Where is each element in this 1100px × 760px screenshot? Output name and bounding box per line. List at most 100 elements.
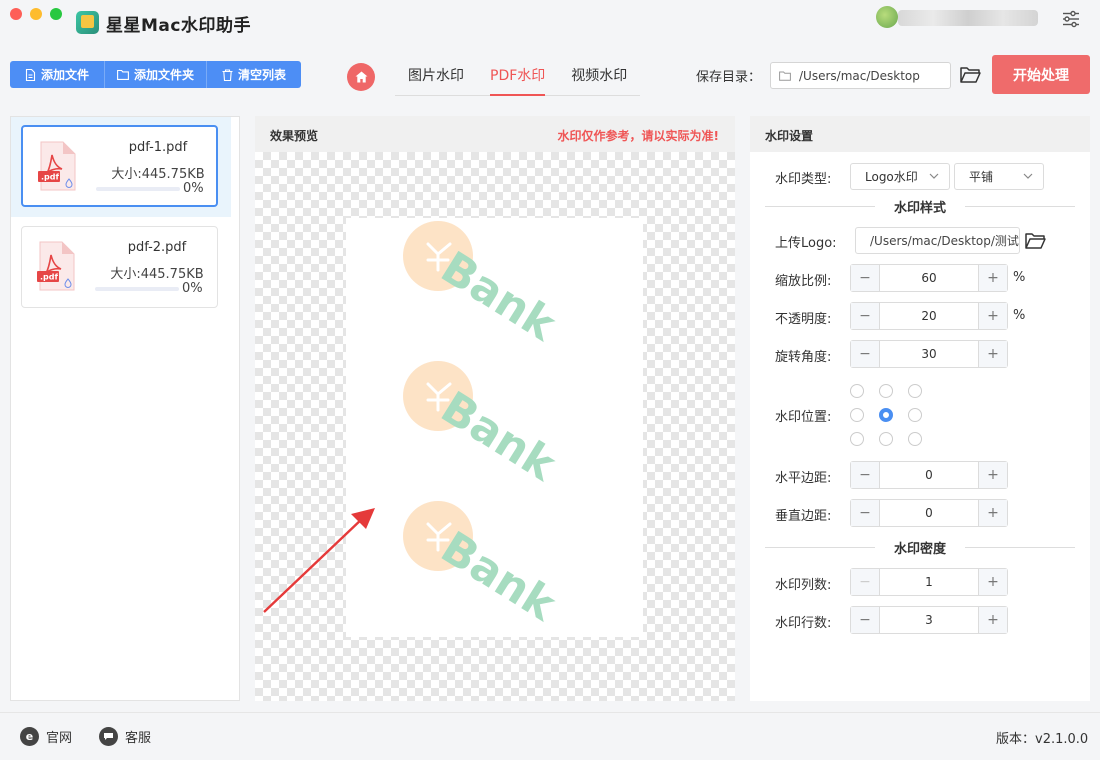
layout-mode-select[interactable]: 平铺 xyxy=(954,163,1044,190)
columns-stepper: − 1 + xyxy=(850,568,1008,596)
scale-label: 缩放比例: xyxy=(775,274,832,289)
browse-folder-icon[interactable] xyxy=(960,66,981,83)
v-margin-value[interactable]: 0 xyxy=(880,500,978,526)
progress-bar xyxy=(96,187,180,191)
tab-image-watermark[interactable]: 图片水印 xyxy=(395,58,477,95)
svg-text:.pdf: .pdf xyxy=(41,173,59,182)
add-folder-label: 添加文件夹 xyxy=(134,68,195,82)
progress-bar xyxy=(95,287,179,291)
density-section-header: 水印密度 xyxy=(765,538,1075,557)
website-label: 官网 xyxy=(46,731,73,746)
position-bottom-center-radio[interactable] xyxy=(879,432,893,446)
position-middle-right-radio[interactable] xyxy=(908,408,922,422)
save-dir-input[interactable]: /Users/mac/Desktop xyxy=(770,62,951,89)
opacity-value[interactable]: 20 xyxy=(880,303,978,329)
file-size: 大小:445.75KB xyxy=(110,267,204,282)
tab-pdf-watermark[interactable]: PDF水印 xyxy=(477,58,558,96)
add-file-button[interactable]: 添加文件 xyxy=(10,61,106,88)
clear-list-button[interactable]: 清空列表 xyxy=(207,61,302,88)
progress-text: 0% xyxy=(182,281,203,296)
decrement-button[interactable]: − xyxy=(851,500,880,526)
position-top-center-radio[interactable] xyxy=(879,384,893,398)
decrement-button[interactable]: − xyxy=(851,607,880,633)
opacity-stepper: − 20 + xyxy=(850,302,1008,330)
file-name: pdf-1.pdf xyxy=(128,140,188,155)
file-icon xyxy=(25,68,36,81)
position-center-radio[interactable] xyxy=(879,408,893,422)
start-processing-button[interactable]: 开始处理 xyxy=(992,55,1090,94)
add-folder-button[interactable]: 添加文件夹 xyxy=(105,61,208,88)
watermark-type-tabs: 图片水印 PDF水印 视频水印 xyxy=(395,58,641,96)
increment-button[interactable]: + xyxy=(978,341,1007,367)
rows-value[interactable]: 3 xyxy=(880,607,978,633)
website-link[interactable]: e 官网 xyxy=(20,727,72,746)
settings-sliders-icon[interactable] xyxy=(1062,10,1080,28)
position-top-right-radio[interactable] xyxy=(908,384,922,398)
increment-button[interactable]: + xyxy=(978,303,1007,329)
svg-text:.pdf: .pdf xyxy=(40,273,58,282)
rotation-stepper: − 30 + xyxy=(850,340,1008,368)
transparent-canvas: Bank Bank Bank xyxy=(255,152,735,701)
user-avatar[interactable] xyxy=(876,6,898,28)
scale-stepper: − 60 + xyxy=(850,264,1008,292)
decrement-button[interactable]: − xyxy=(851,265,880,291)
increment-button[interactable]: + xyxy=(978,569,1007,595)
preview-panel: 效果预览 水印仅作参考，请以实际为准! Bank Bank Bank xyxy=(255,116,735,701)
increment-button[interactable]: + xyxy=(978,500,1007,526)
home-button[interactable] xyxy=(347,63,375,91)
increment-button[interactable]: + xyxy=(978,607,1007,633)
file-action-group: 添加文件 添加文件夹 清空列表 xyxy=(10,61,302,88)
file-item[interactable]: .pdf pdf-2.pdf 大小:445.75KB 0% xyxy=(21,226,218,308)
h-margin-stepper: − 0 + xyxy=(850,461,1008,489)
position-top-left-radio[interactable] xyxy=(850,384,864,398)
percent-unit: % xyxy=(1013,270,1026,285)
logo-path-input[interactable]: /Users/mac/Desktop/测试 xyxy=(855,227,1020,254)
folder-icon xyxy=(117,69,129,80)
watermark-type-value: Logo水印 xyxy=(865,170,918,184)
close-window-button[interactable] xyxy=(10,8,22,20)
layout-mode-value: 平铺 xyxy=(969,170,994,184)
browse-logo-folder-icon[interactable] xyxy=(1025,232,1046,249)
footer: e 官网 客服 版本：v2.1.0.0 xyxy=(0,712,1100,760)
style-section-header: 水印样式 xyxy=(765,197,1075,216)
minimize-window-button[interactable] xyxy=(30,8,42,20)
browser-e-icon: e xyxy=(20,727,39,746)
rotation-value[interactable]: 30 xyxy=(880,341,978,367)
settings-title: 水印设置 xyxy=(765,129,814,143)
pdf-file-icon: .pdf xyxy=(37,241,75,291)
increment-button[interactable]: + xyxy=(978,462,1007,488)
annotation-arrow xyxy=(263,508,375,613)
preview-note: 水印仅作参考，请以实际为准! xyxy=(557,129,719,143)
decrement-button[interactable]: − xyxy=(851,569,880,595)
decrement-button[interactable]: − xyxy=(851,462,880,488)
opacity-label: 不透明度: xyxy=(775,312,832,327)
watermark-type-select[interactable]: Logo水印 xyxy=(850,163,950,190)
position-middle-left-radio[interactable] xyxy=(850,408,864,422)
position-bottom-right-radio[interactable] xyxy=(908,432,922,446)
file-item[interactable]: .pdf pdf-1.pdf 大小:445.75KB 0% xyxy=(21,125,218,207)
support-link[interactable]: 客服 xyxy=(99,727,151,746)
rows-label: 水印行数: xyxy=(775,616,832,631)
support-label: 客服 xyxy=(125,731,152,746)
rows-stepper: − 3 + xyxy=(850,606,1008,634)
decrement-button[interactable]: − xyxy=(851,341,880,367)
columns-label: 水印列数: xyxy=(775,578,832,593)
position-bottom-left-radio[interactable] xyxy=(850,432,864,446)
chevron-down-icon xyxy=(1023,173,1033,179)
chevron-down-icon xyxy=(929,173,939,179)
user-info-blurred xyxy=(898,10,1038,26)
progress-text: 0% xyxy=(183,181,204,196)
v-margin-stepper: − 0 + xyxy=(850,499,1008,527)
add-file-label: 添加文件 xyxy=(41,68,90,82)
decrement-button[interactable]: − xyxy=(851,303,880,329)
h-margin-value[interactable]: 0 xyxy=(880,462,978,488)
scale-value[interactable]: 60 xyxy=(880,265,978,291)
increment-button[interactable]: + xyxy=(978,265,1007,291)
settings-panel: 水印设置 水印类型: Logo水印 平铺 水印样式 上传Logo: /Users… xyxy=(750,116,1090,701)
columns-value[interactable]: 1 xyxy=(880,569,978,595)
file-name: pdf-2.pdf xyxy=(127,240,187,255)
tab-video-watermark[interactable]: 视频水印 xyxy=(558,58,640,95)
v-margin-label: 垂直边距: xyxy=(775,509,832,524)
pdf-file-icon: .pdf xyxy=(38,141,76,191)
maximize-window-button[interactable] xyxy=(50,8,62,20)
